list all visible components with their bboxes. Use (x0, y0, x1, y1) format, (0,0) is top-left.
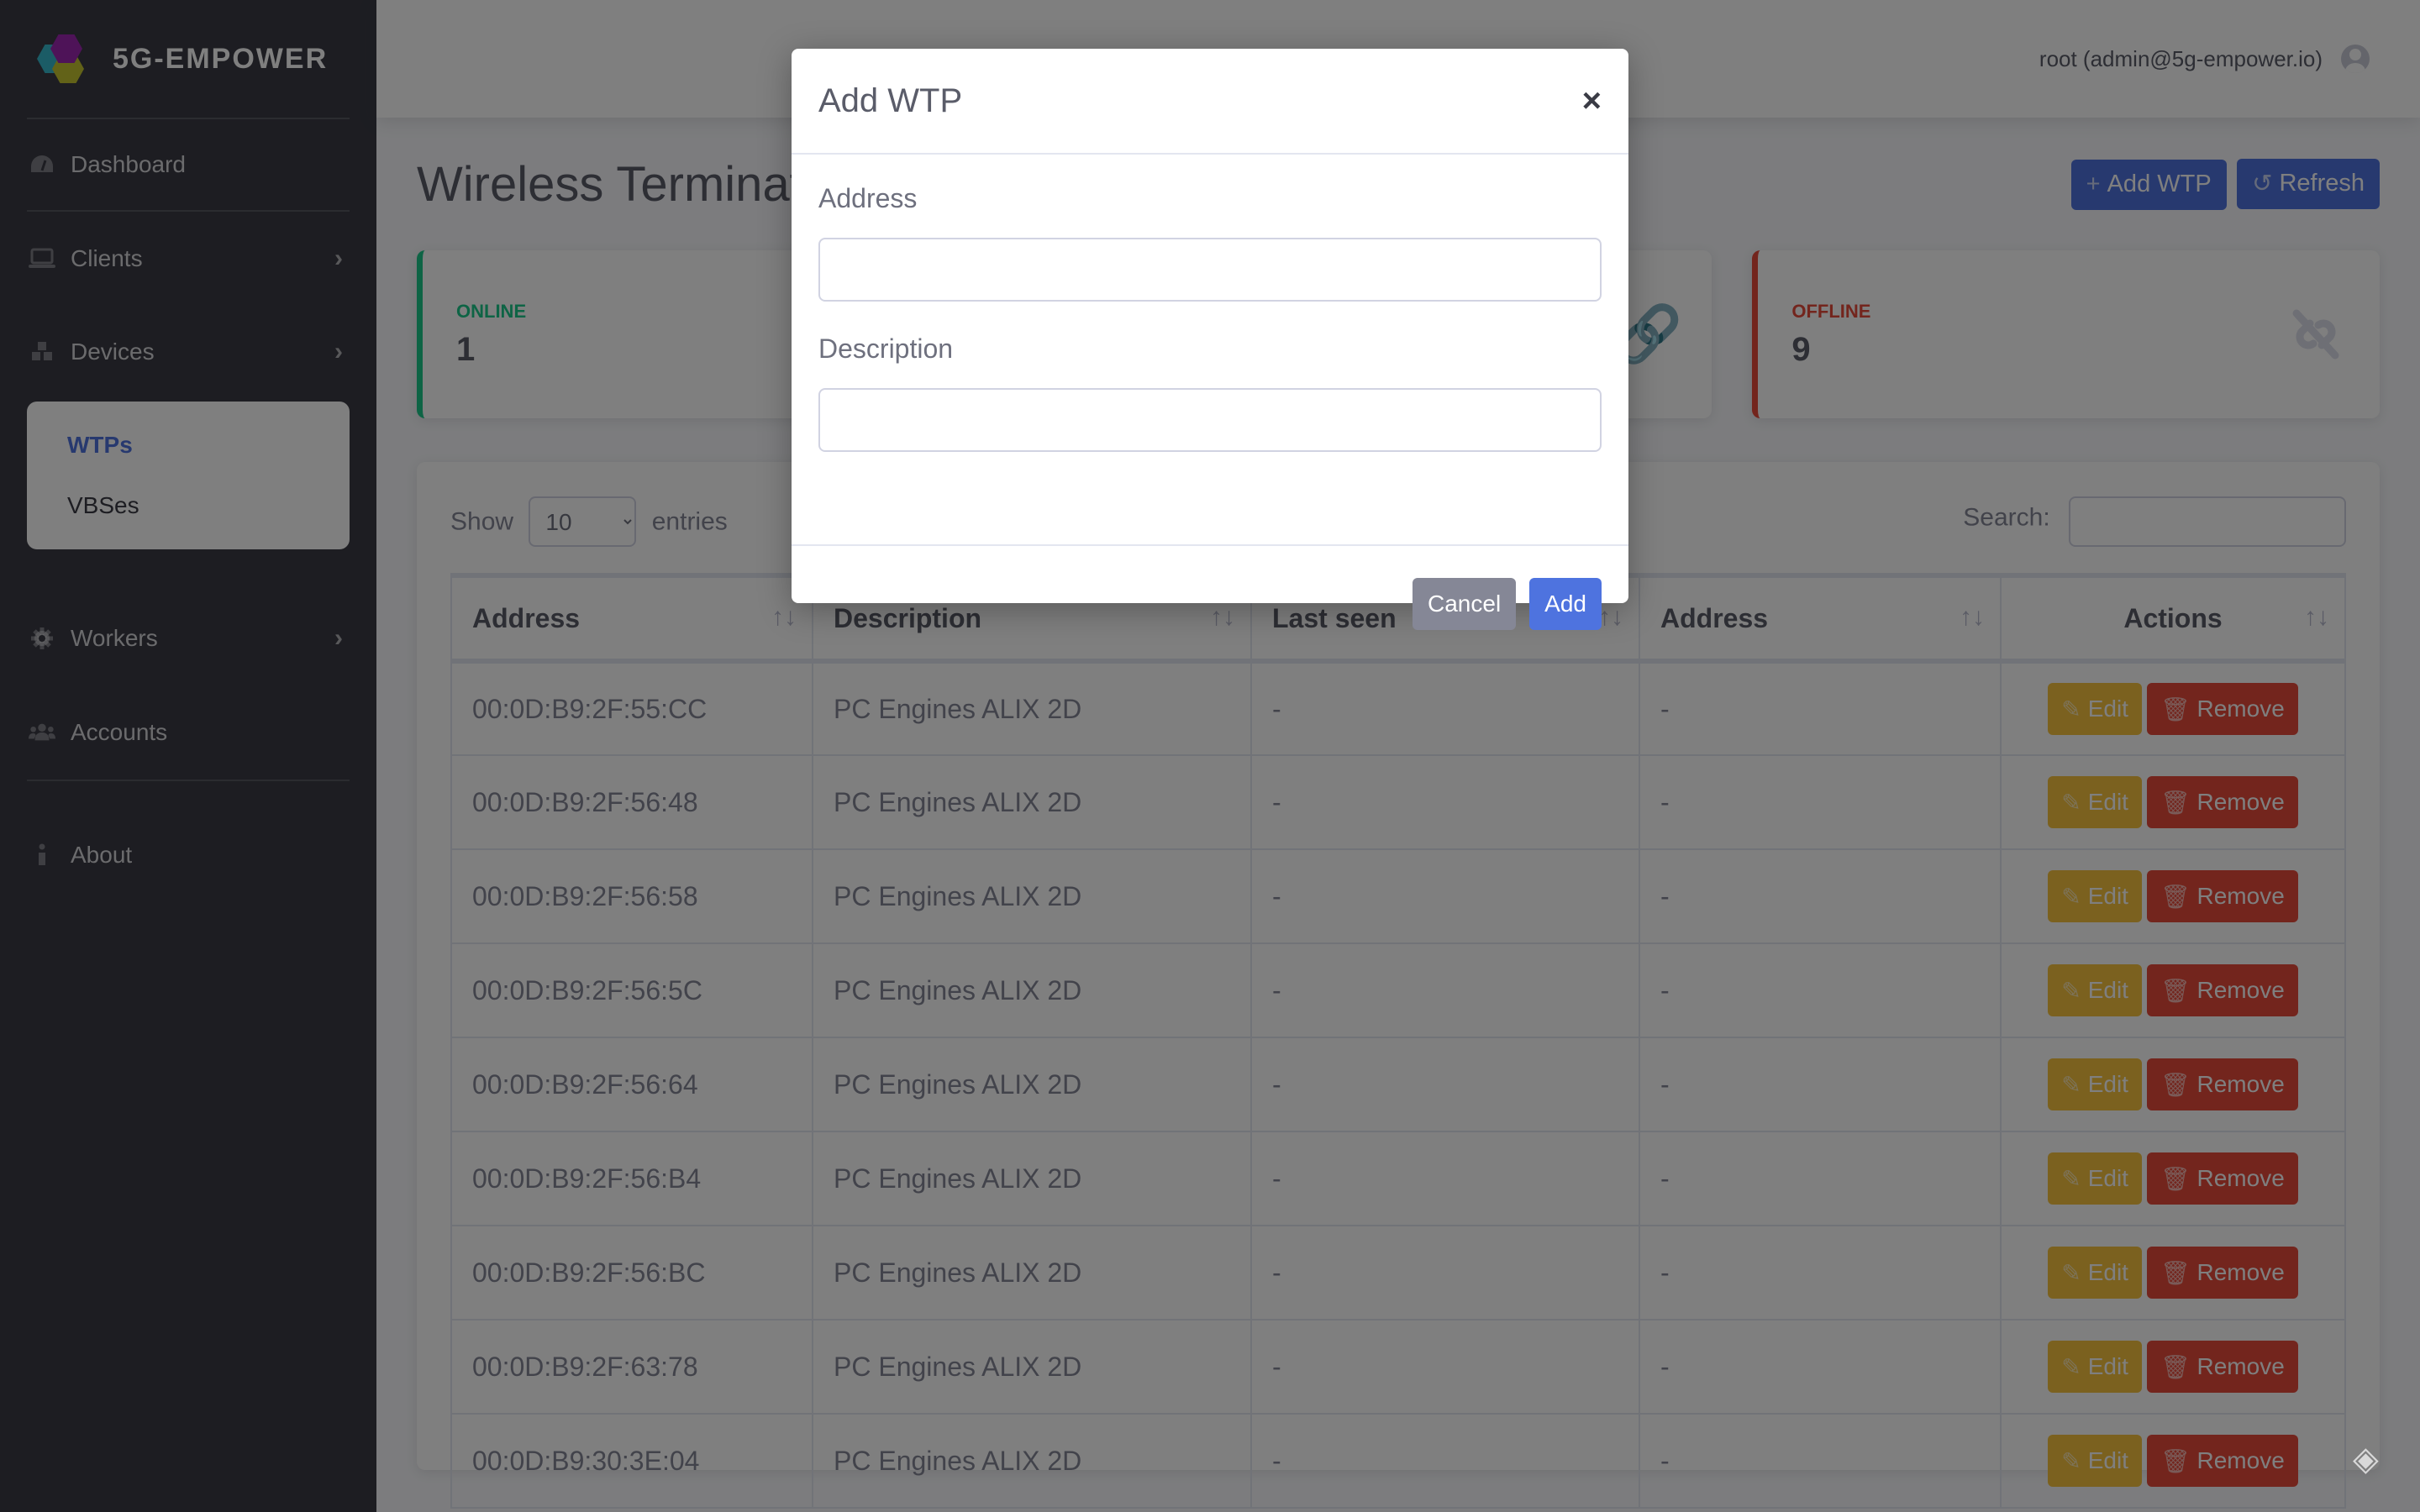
cancel-button[interactable]: Cancel (1413, 578, 1517, 630)
close-icon[interactable]: × (1582, 82, 1602, 120)
corner-widget-icon[interactable]: ◈ (2353, 1440, 2386, 1478)
modal-footer: Cancel Add (792, 575, 1628, 630)
add-button[interactable]: Add (1529, 578, 1602, 630)
address-input[interactable] (818, 238, 1602, 302)
modal-header: Add WTP × (792, 49, 1628, 155)
modal-body: Address Description (792, 155, 1628, 546)
add-wtp-modal: Add WTP × Address Description Cancel Add (792, 49, 1628, 630)
address-label: Address (818, 183, 918, 213)
modal-title: Add WTP (818, 81, 963, 119)
description-label: Description (818, 333, 954, 364)
description-input[interactable] (818, 388, 1602, 452)
